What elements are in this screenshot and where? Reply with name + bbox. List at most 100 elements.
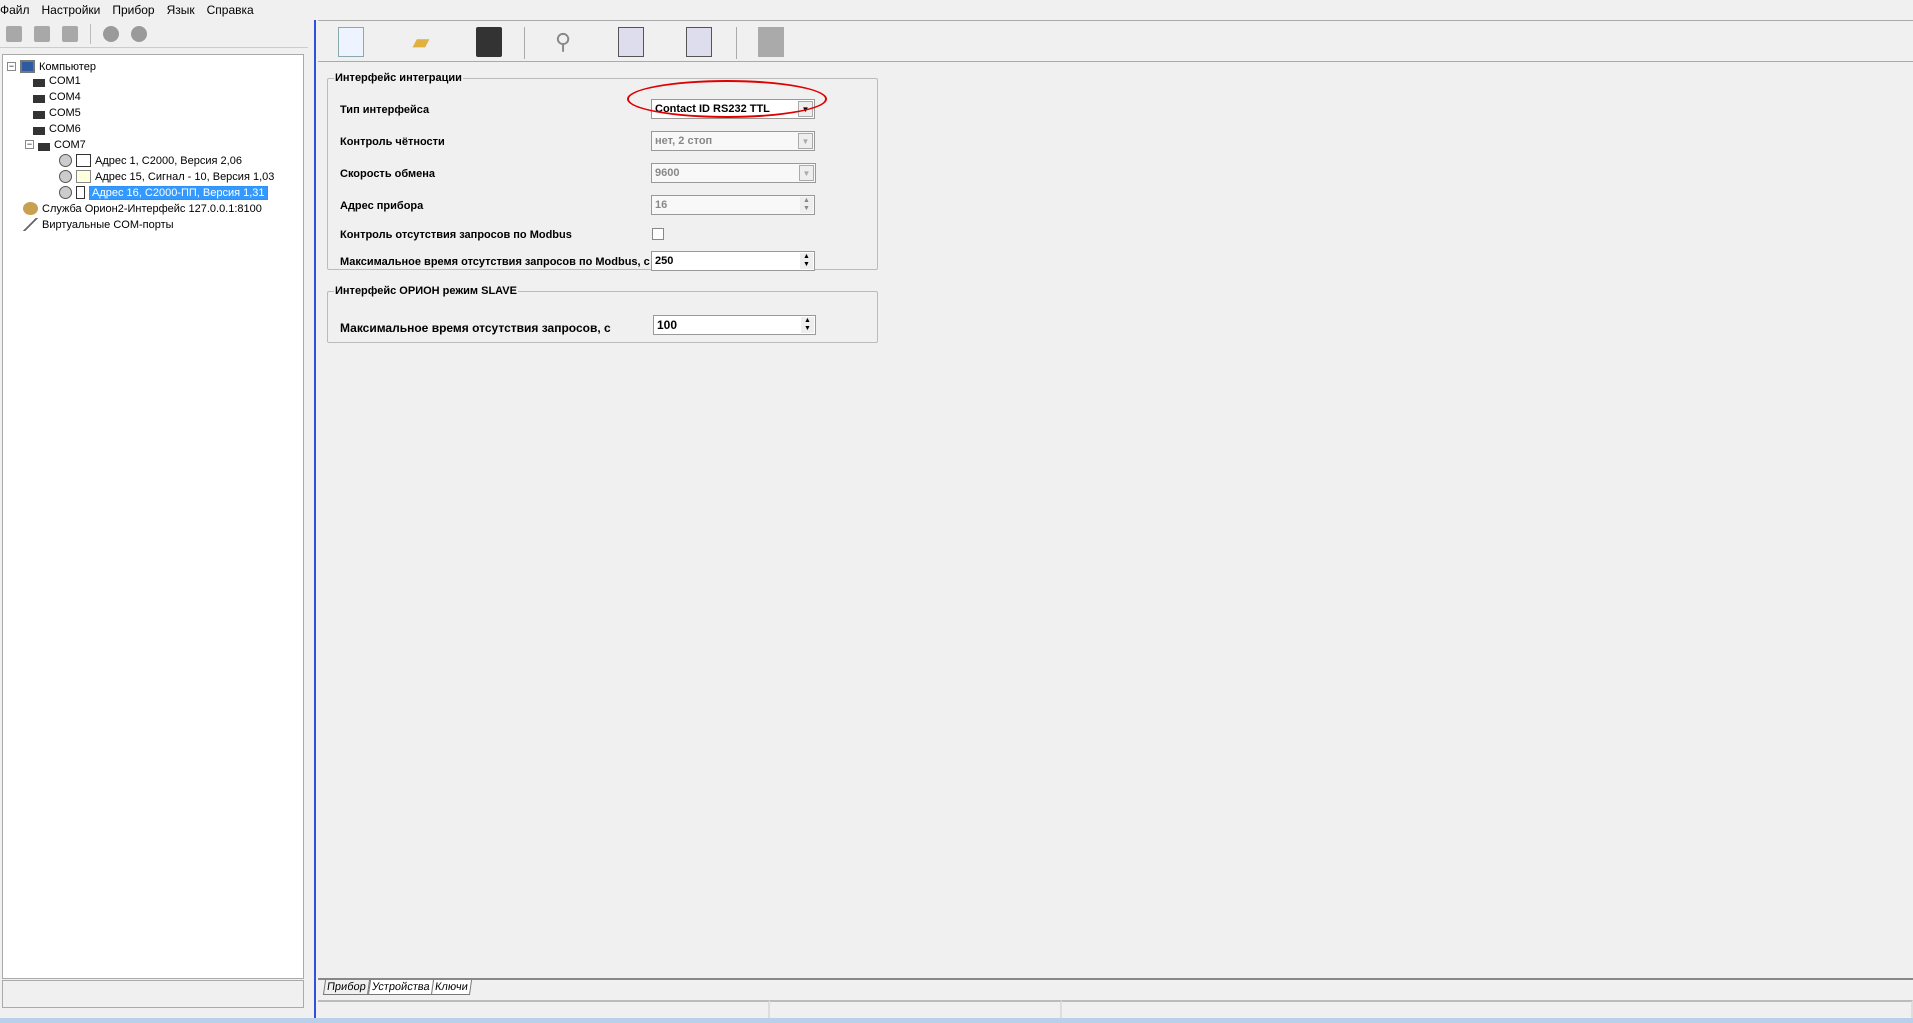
bottom-tabs: Прибор Устройства Ключи [318,978,1913,998]
node-label: COM4 [49,90,81,103]
slave-timeout-label: Максимальное время отсутствия запросов, … [340,321,611,335]
spin-arrows-icon[interactable]: ▲ ▼ [800,197,813,213]
remove-icon[interactable] [62,25,78,42]
spinner-value: 100 [657,318,678,332]
modbus-timeout-label: Максимальное время отсутствия запросов п… [340,256,650,268]
spinner-value: 16 [655,199,668,211]
read-config-icon[interactable] [618,27,644,57]
device-tree[interactable]: − Компьютер COM1 COM4 COM5 COM6 − COM7 Адр… [2,54,304,979]
c2000pp-icon [76,186,85,199]
tab-devices[interactable]: Устройства [367,980,434,995]
menu-file[interactable]: Файл [0,3,36,17]
select-value: нет, 2 стоп [655,135,713,147]
main-toolbar: ▰ ⚲ [318,20,1913,62]
menu-settings[interactable]: Настройки [42,3,107,17]
node-label: Адрес 1, С2000, Версия 2,06 [95,154,242,167]
parity-select[interactable]: нет, 2 стоп ▼ [651,131,815,151]
tree-toolbar [0,20,308,48]
group-title: Интерфейс ОРИОН режим SLAVE [335,285,517,297]
orion-slave-group: Интерфейс ОРИОН режим SLAVE Максимальное… [327,285,878,343]
tree-node-device-selected[interactable]: Адрес 16, С2000-ПП, Версия 1,31 [59,185,268,200]
node-label: COM6 [49,122,81,135]
c2000-icon [76,154,91,167]
node-label: COM5 [49,106,81,119]
menu-device[interactable]: Прибор [112,3,160,17]
tab-device[interactable]: Прибор [322,980,370,995]
select-value: 9600 [655,167,680,179]
port-icon [33,106,45,119]
modbus-check-checkbox[interactable] [652,228,664,240]
status-section [318,1000,770,1018]
node-label: Служба Орион2-Интерфейс 127.0.0.1:8100 [42,202,262,215]
status-section [770,1000,1062,1018]
toolbar-separator [736,27,737,59]
tree-node-com6[interactable]: COM6 [33,121,81,136]
write-config-icon[interactable] [686,27,712,57]
chevron-down-icon[interactable]: ▼ [798,133,813,149]
tree-node-com5[interactable]: COM5 [33,105,81,120]
port-icon [38,138,50,151]
node-label: COM7 [54,138,86,151]
interface-type-label: Тип интерфейса [340,104,430,116]
spinner-value: 250 [655,255,674,267]
collapse-toggle[interactable]: − [25,140,34,149]
menu-language[interactable]: Язык [167,3,201,17]
tree-node-com7[interactable]: − COM7 [25,137,86,152]
port-icon [33,74,45,87]
gear-add-icon[interactable] [103,25,119,42]
panel-splitter[interactable] [308,20,316,1020]
left-status-box [2,980,304,1008]
node-label: Компьютер [39,60,96,73]
tree-node-virtual-ports[interactable]: Виртуальные COM-порты [23,217,174,232]
node-label: COM1 [49,74,81,87]
modbus-check-label: Контроль отсутствия запросов по Modbus [340,229,572,241]
tree-node-device[interactable]: Адрес 15, Сигнал - 10, Версия 1,03 [59,169,274,184]
parity-label: Контроль чётности [340,136,445,148]
tree-node-computer[interactable]: − Компьютер [7,59,96,74]
left-panel: − Компьютер COM1 COM4 COM5 COM6 − COM7 Адр… [0,20,308,1020]
spin-arrows-icon[interactable]: ▲ ▼ [800,253,813,269]
add-child-icon[interactable] [34,25,50,42]
device-status-icon [59,170,72,183]
taskbar [0,1018,1913,1023]
device-address-spinner[interactable]: 16 ▲ ▼ [651,195,815,215]
node-label: Адрес 16, С2000-ПП, Версия 1,31 [89,185,268,200]
tree-node-com1[interactable]: COM1 [33,73,81,88]
status-bar [318,1000,1913,1020]
tree-node-service[interactable]: Служба Орион2-Интерфейс 127.0.0.1:8100 [23,201,262,216]
node-label: Адрес 15, Сигнал - 10, Версия 1,03 [95,170,275,183]
device-address-label: Адрес прибора [340,200,424,212]
new-file-icon[interactable] [338,27,364,57]
tree-node-com4[interactable]: COM4 [33,89,81,104]
group-title: Интерфейс интеграции [335,72,462,84]
signal10-icon [76,170,91,183]
add-icon[interactable] [6,25,22,42]
baud-rate-select[interactable]: 9600 ▼ [651,163,816,183]
port-icon [33,122,45,135]
red-highlight-ellipse [627,80,827,118]
node-label: Виртуальные COM-порты [42,218,174,231]
modbus-timeout-spinner[interactable]: 250 ▲ ▼ [651,251,815,271]
device-status-icon [59,154,72,167]
toolbar-separator [524,27,525,59]
status-section [1062,1000,1913,1018]
tree-node-device[interactable]: Адрес 1, С2000, Версия 2,06 [59,153,242,168]
firmware-icon[interactable] [758,27,784,57]
spin-arrows-icon[interactable]: ▲ ▼ [801,317,814,333]
open-folder-icon[interactable]: ▰ [408,27,434,57]
toolbar-separator [90,23,91,44]
menu-help[interactable]: Справка [207,3,260,17]
save-icon[interactable] [476,27,502,57]
chevron-down-icon[interactable]: ▼ [799,165,814,181]
search-icon[interactable]: ⚲ [550,27,576,57]
slave-timeout-spinner[interactable]: 100 ▲ ▼ [653,315,816,335]
tab-keys[interactable]: Ключи [431,980,473,995]
device-status-icon [59,186,72,199]
collapse-toggle[interactable]: − [7,62,16,71]
computer-icon [20,60,35,73]
port-icon [33,90,45,103]
menu-bar: Файл Настройки Прибор Язык Справка [0,0,1913,20]
baud-rate-label: Скорость обмена [340,168,436,180]
plug-icon [23,218,38,231]
gear-remove-icon[interactable] [131,25,147,42]
